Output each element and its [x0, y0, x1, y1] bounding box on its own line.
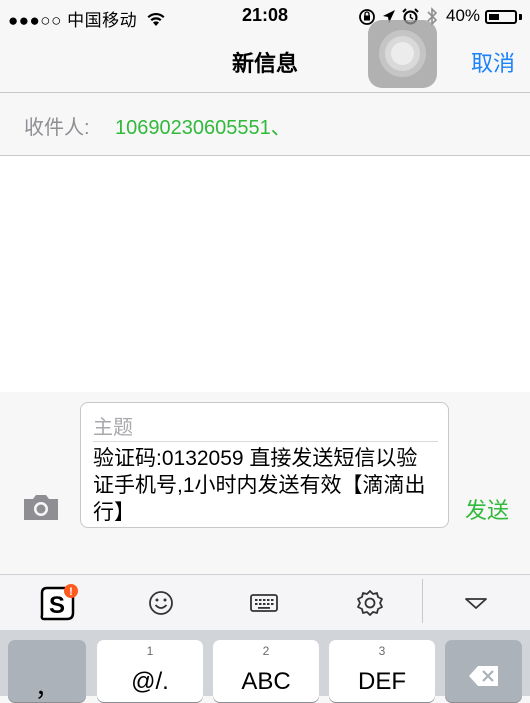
- recipient-number[interactable]: 10690230605551、: [115, 111, 291, 140]
- delete-key[interactable]: [445, 640, 522, 702]
- key-label: @/.: [131, 668, 169, 695]
- key-number: 1: [146, 644, 154, 658]
- key-comma[interactable]: ，: [8, 640, 86, 702]
- recipient-field[interactable]: 收件人: 10690230605551、: [0, 92, 530, 156]
- page-title: 新信息: [231, 51, 298, 76]
- subject-input[interactable]: 主题: [93, 411, 133, 440]
- message-body-input[interactable]: 验证码:0132059 直接发送短信以验证手机号,1小时内发送有效【滴滴出行】: [93, 445, 438, 526]
- key-label: ABC: [241, 668, 291, 695]
- assistive-touch-button[interactable]: [368, 20, 437, 88]
- keyboard-icon[interactable]: [248, 587, 280, 619]
- assistive-ring-inner: [391, 42, 414, 65]
- settings-gear-icon[interactable]: [354, 587, 386, 619]
- key-label: ，: [35, 675, 59, 702]
- battery-tip: [519, 14, 522, 20]
- svg-text:!: !: [69, 586, 73, 598]
- battery-icon: [485, 10, 517, 24]
- key-3-def[interactable]: 3 DEF: [329, 640, 435, 702]
- cancel-button[interactable]: 取消: [471, 46, 515, 78]
- key-1-symbols[interactable]: 1 @/.: [97, 640, 203, 702]
- key-number: 3: [378, 644, 386, 658]
- key-label: DEF: [358, 668, 406, 695]
- key-2-abc[interactable]: 2 ABC: [213, 640, 319, 702]
- emoji-icon[interactable]: [145, 587, 177, 619]
- subject-divider: [93, 441, 438, 442]
- toolbar-divider: [422, 579, 423, 623]
- nav-bar: 新信息 取消: [0, 32, 530, 90]
- chevron-down-icon[interactable]: [460, 587, 492, 619]
- compose-bar: 主题 验证码:0132059 直接发送短信以验证手机号,1小时内发送有效【滴滴出…: [0, 392, 530, 538]
- status-bar: ●●●○○ 中国移动 21:08 40%: [0, 0, 530, 32]
- svg-text:S: S: [49, 592, 65, 619]
- battery-level-fill: [489, 14, 499, 20]
- keyboard-toolbar: S !: [0, 574, 530, 631]
- recipient-label: 收件人:: [24, 117, 90, 139]
- key-number: 2: [262, 644, 270, 658]
- compose-field[interactable]: 主题 验证码:0132059 直接发送短信以验证手机号,1小时内发送有效【滴滴出…: [80, 402, 449, 528]
- sogou-logo-icon[interactable]: S !: [38, 583, 80, 623]
- keyboard: ， 1 @/. 2 ABC 3 DEF: [0, 630, 530, 702]
- send-button[interactable]: 发送: [465, 493, 509, 525]
- camera-icon[interactable]: [22, 492, 60, 522]
- battery-percent: 40%: [446, 6, 481, 25]
- message-area: [0, 156, 530, 393]
- backspace-icon: [469, 666, 498, 686]
